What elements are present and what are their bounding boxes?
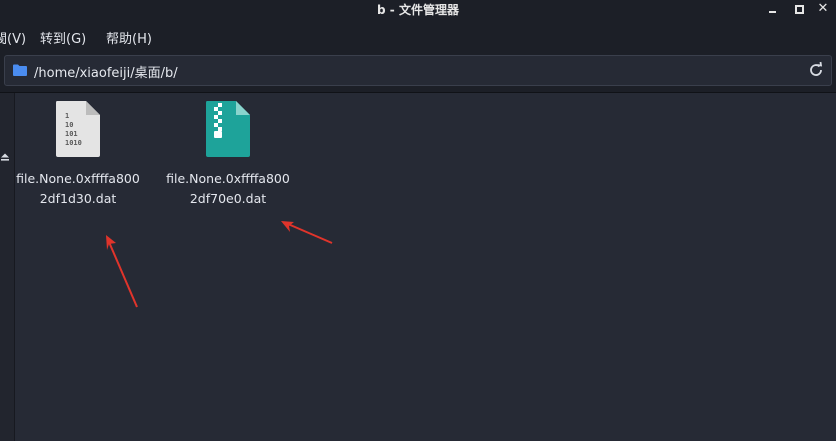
menu-view[interactable]: 閥(V) xyxy=(0,28,26,47)
location-bar[interactable]: /home/xiaofeiji/桌面/b/ xyxy=(4,55,832,86)
svg-text:1: 1 xyxy=(65,112,69,120)
path-input[interactable]: /home/xiaofeiji/桌面/b/ xyxy=(34,62,178,81)
file-view: 1 10 101 1010 file.None.0xffffa8002df1d3… xyxy=(15,93,836,441)
folder-icon xyxy=(13,64,27,76)
menu-help[interactable]: 帮助(H) xyxy=(106,28,152,47)
sidebar xyxy=(0,93,15,441)
title-bar: b - 文件管理器 ✕ xyxy=(0,0,836,20)
red-arrow-icon xyxy=(106,235,138,308)
minimize-button[interactable] xyxy=(766,2,780,16)
svg-text:10: 10 xyxy=(65,121,73,129)
file-item[interactable]: file.None.0xffffa8002df70e0.dat xyxy=(166,101,290,209)
file-name: file.None.0xffffa8002df1d30.dat xyxy=(16,171,140,206)
file-item[interactable]: 1 10 101 1010 file.None.0xffffa8002df1d3… xyxy=(16,101,140,209)
archive-file-icon xyxy=(206,101,250,157)
window-title: b - 文件管理器 xyxy=(377,3,459,17)
binary-file-icon: 1 10 101 1010 xyxy=(56,101,100,157)
svg-text:1010: 1010 xyxy=(65,139,82,147)
eject-icon[interactable] xyxy=(0,153,10,161)
close-button[interactable]: ✕ xyxy=(816,2,830,16)
refresh-icon[interactable] xyxy=(807,61,825,79)
maximize-button[interactable] xyxy=(792,2,806,16)
file-name: file.None.0xffffa8002df70e0.dat xyxy=(166,171,290,206)
menu-bar: 閥(V) 转到(G) 帮助(H) xyxy=(0,20,836,52)
svg-text:101: 101 xyxy=(65,130,78,138)
menu-go[interactable]: 转到(G) xyxy=(40,28,86,47)
location-toolbar: /home/xiaofeiji/桌面/b/ xyxy=(0,52,836,93)
red-arrow-icon xyxy=(281,221,333,244)
